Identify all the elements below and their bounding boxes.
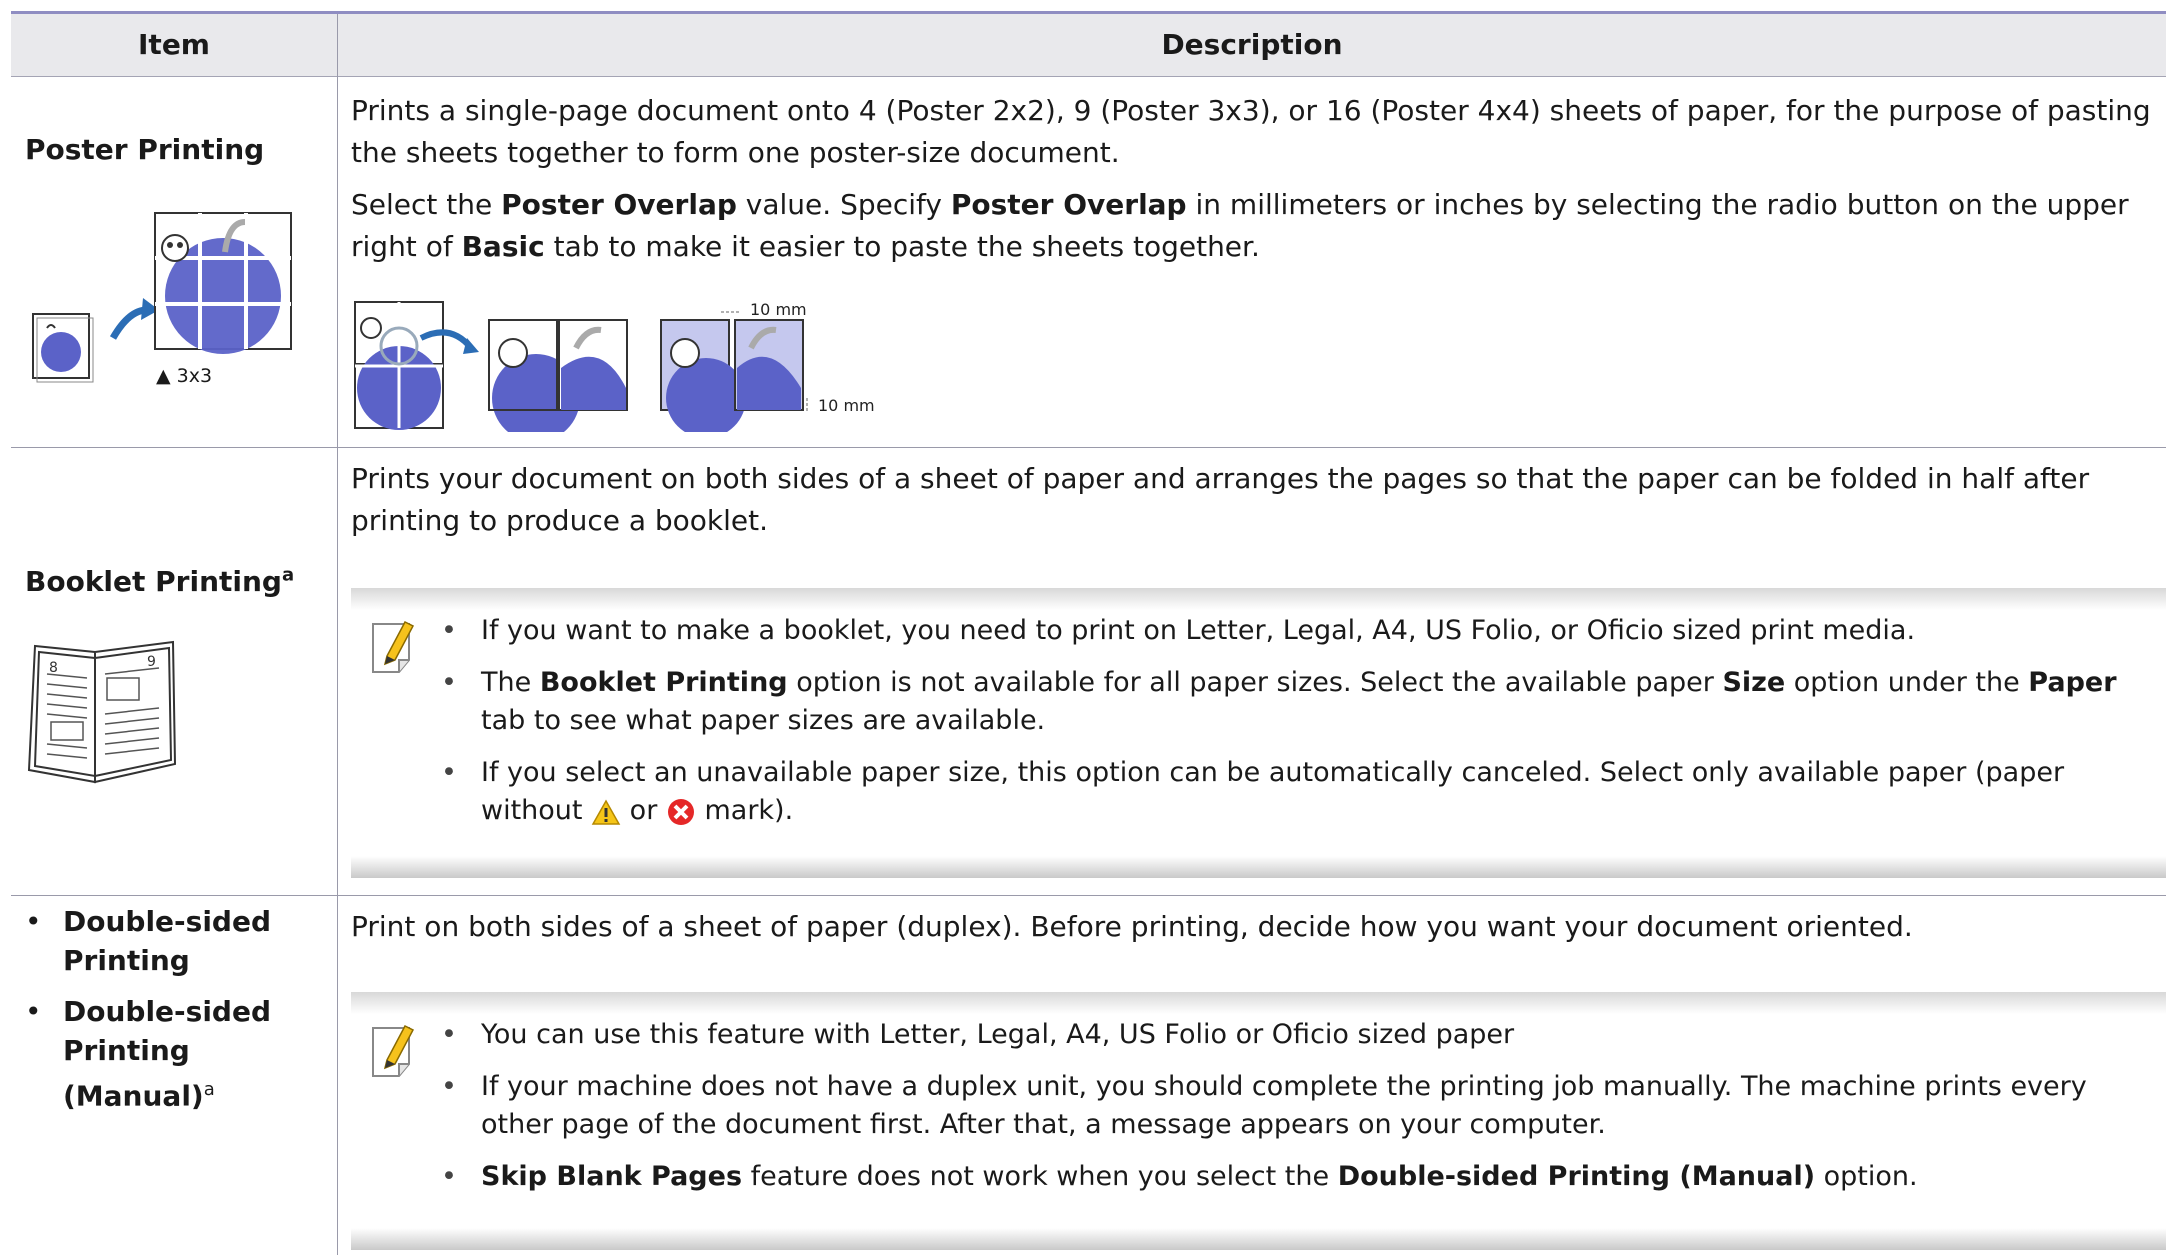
svg-text:8: 8 (49, 660, 58, 676)
warning-triangle-icon (591, 798, 621, 825)
header-item: Item (11, 14, 338, 76)
duplex-note: You can use this feature with Letter, Le… (351, 992, 2166, 1250)
note-shade-top (351, 992, 2166, 1014)
booklet-illustration: 8 9 (27, 640, 177, 784)
poster-3x3-illustration (32, 212, 292, 383)
svg-text:9: 9 (147, 654, 156, 670)
note-shade-bottom (351, 856, 2166, 878)
duplex-note-item: You can use this feature with Letter, Le… (441, 1016, 2161, 1054)
overlap-label-right: 10 mm (818, 396, 875, 415)
error-x-icon (667, 798, 694, 825)
duplex-item-list: Double-sided Printing Double-sided Print… (25, 902, 325, 1127)
overlap-label-top: 10 mm (750, 300, 807, 319)
booklet-description: Prints your document on both sides of a … (351, 462, 2090, 537)
poster-description-2: Select the Poster Overlap value. Specify… (351, 188, 2129, 263)
booklet-note-item: If you want to make a booklet, you need … (441, 612, 2161, 650)
note-pencil-icon (372, 621, 415, 673)
note-pencil-icon (372, 1025, 415, 1077)
poster-figure-label: ▲ 3x3 (156, 365, 213, 387)
booklet-note-item: If you select an unavailable paper size,… (441, 754, 2161, 830)
poster-printing-title: Poster Printing (25, 133, 265, 166)
row-divider (11, 895, 2166, 896)
poster-overlap-illustration (354, 301, 808, 432)
header-description: Description (1161, 28, 1343, 61)
row-divider (11, 447, 2166, 448)
poster-description-1: Prints a single-page document onto 4 (Po… (351, 94, 2151, 169)
duplex-note-list: You can use this feature with Letter, Le… (441, 1016, 2161, 1210)
booklet-note: If you want to make a booklet, you need … (351, 588, 2166, 878)
column-divider (337, 76, 338, 1255)
duplex-manual-item-title: Double-sided Printing (Manual)a (25, 992, 325, 1115)
duplex-note-item: Skip Blank Pages feature does not work w… (441, 1158, 2161, 1196)
note-shade-top (351, 588, 2166, 610)
note-shade-bottom (351, 1228, 2166, 1250)
booklet-note-item: The Booklet Printing option is not avail… (441, 664, 2161, 740)
duplex-item-title: Double-sided Printing (25, 902, 325, 980)
booklet-note-list: If you want to make a booklet, you need … (441, 612, 2161, 844)
table-header: Item Description (11, 14, 2166, 77)
duplex-description: Print on both sides of a sheet of paper … (351, 910, 1913, 943)
duplex-note-item: If your machine does not have a duplex u… (441, 1068, 2161, 1144)
booklet-printing-title: Booklet Printinga (25, 564, 295, 598)
